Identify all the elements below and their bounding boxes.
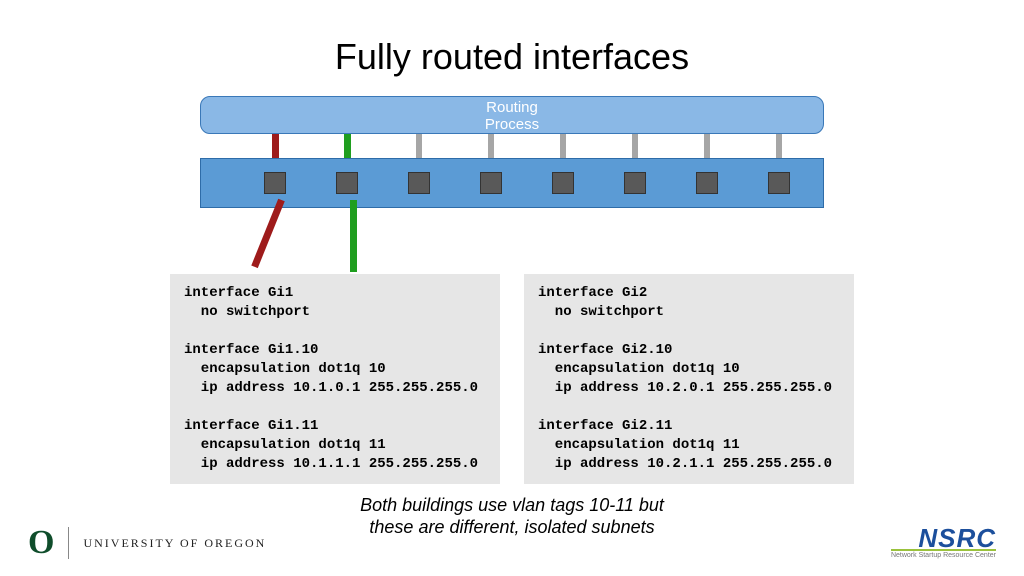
uoregon-logo: O UNIVERSITY OF OREGON bbox=[28, 524, 266, 562]
uo-divider bbox=[68, 527, 69, 559]
page-title: Fully routed interfaces bbox=[0, 0, 1024, 78]
switch-port-8 bbox=[768, 172, 790, 194]
switch-port-1 bbox=[264, 172, 286, 194]
footer: O UNIVERSITY OF OREGON NSRC Network Star… bbox=[0, 524, 1024, 562]
config-gi1: interface Gi1 no switchport interface Gi… bbox=[170, 274, 500, 484]
network-diagram: Routing Process bbox=[200, 96, 824, 266]
routing-label-1: Routing bbox=[201, 99, 823, 116]
uo-o-icon: O bbox=[28, 524, 54, 562]
nsrc-logo: NSRC Network Startup Resource Center bbox=[891, 527, 996, 559]
drop-cable-gi2 bbox=[350, 200, 357, 272]
uo-text: UNIVERSITY OF OREGON bbox=[83, 536, 266, 551]
switch-port-7 bbox=[696, 172, 718, 194]
config-row: interface Gi1 no switchport interface Gi… bbox=[0, 274, 1024, 484]
drop-cable-gi1 bbox=[251, 199, 284, 268]
nsrc-text: NSRC bbox=[891, 527, 996, 549]
switch-port-6 bbox=[624, 172, 646, 194]
switch-port-2 bbox=[336, 172, 358, 194]
routing-process-box: Routing Process bbox=[200, 96, 824, 134]
switch-port-3 bbox=[408, 172, 430, 194]
config-gi2: interface Gi2 no switchport interface Gi… bbox=[524, 274, 854, 484]
switch-port-5 bbox=[552, 172, 574, 194]
switch-chassis bbox=[200, 158, 824, 208]
routing-label-2: Process bbox=[201, 116, 823, 133]
switch-port-4 bbox=[480, 172, 502, 194]
caption-line-1: Both buildings use vlan tags 10-11 but bbox=[0, 494, 1024, 516]
